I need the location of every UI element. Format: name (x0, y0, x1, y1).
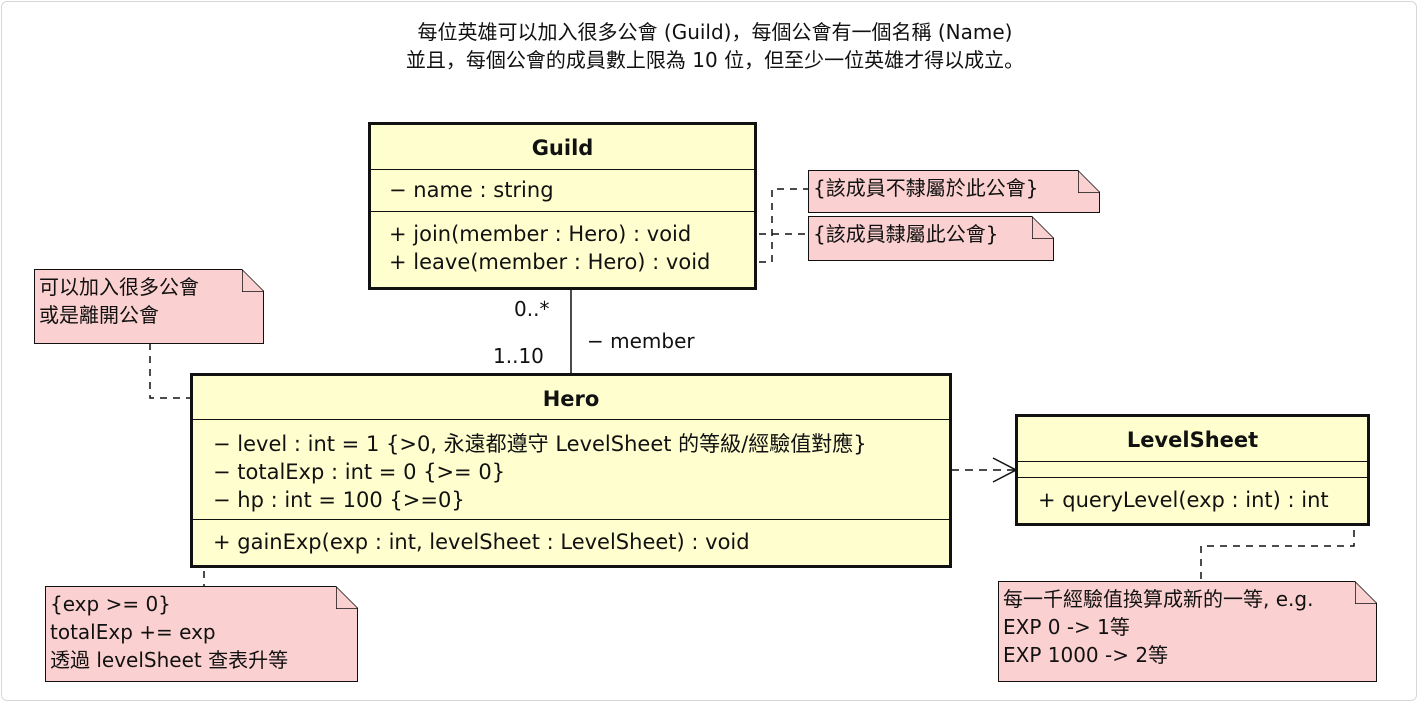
join-many-note-link (149, 343, 191, 399)
class-hero-name: Hero (542, 387, 600, 411)
levelsheet-attributes (1018, 461, 1367, 477)
hero-attributes: − level : int = 1 {>0, 永遠都遵守 LevelSheet … (193, 419, 949, 519)
note-text: {該成員隸屬此公會} (813, 222, 999, 246)
guild-operation-join: + join(member : Hero) : void (389, 222, 692, 246)
hero-operation-gainexp: + gainExp(exp : int, levelSheet : LevelS… (213, 530, 750, 554)
note-text: 每一千經驗值換算成新的一等, e.g. (1003, 587, 1314, 611)
hero-attribute-hp: − hp : int = 100 {>=0} (213, 488, 465, 512)
class-levelsheet-name: LevelSheet (1126, 428, 1259, 452)
levelsheet-operation-querylevel: + queryLevel(exp : int) : int (1038, 488, 1329, 512)
class-levelsheet[interactable]: LevelSheet + queryLevel(exp : int) : int (1015, 414, 1370, 526)
note-text: 透過 levelSheet 查表升等 (50, 648, 289, 672)
hero-attribute-totalexp: − totalExp : int = 0 {>= 0} (213, 460, 506, 484)
class-hero[interactable]: Hero − level : int = 1 {>0, 永遠都遵守 LevelS… (190, 373, 952, 568)
note-is-member[interactable]: {該成員隸屬此公會} (808, 216, 1054, 261)
guild-multiplicity: 0..* (514, 297, 550, 321)
hero-operations: + gainExp(exp : int, levelSheet : LevelS… (193, 519, 949, 556)
note-text: {exp >= 0} (50, 592, 171, 616)
association-role: − member (587, 329, 695, 353)
note-text: 可以加入很多公會 (39, 275, 199, 299)
guild-attributes: − name : string (371, 169, 754, 211)
note-text: EXP 0 -> 1等 (1003, 615, 1130, 639)
class-guild-name: Guild (531, 136, 594, 160)
note-text: 或是離開公會 (39, 303, 159, 327)
guild-attribute: − name : string (389, 178, 554, 202)
hero-multiplicity: 1..10 (493, 344, 544, 368)
note-text: EXP 1000 -> 2等 (1003, 643, 1169, 667)
note-gain-exp[interactable]: {exp >= 0} totalExp += exp 透過 levelSheet… (45, 586, 358, 682)
levelsheet-operations: + queryLevel(exp : int) : int (1018, 477, 1367, 514)
class-guild[interactable]: Guild − name : string + join(member : He… (368, 122, 757, 290)
guild-operation-leave: + leave(member : Hero) : void (389, 250, 711, 274)
guild-operations: + join(member : Hero) : void + leave(mem… (371, 211, 754, 276)
note-text: totalExp += exp (50, 620, 216, 644)
note-not-member[interactable]: {該成員不隸屬於此公會} (808, 170, 1100, 213)
note-query-level[interactable]: 每一千經驗值換算成新的一等, e.g. EXP 0 -> 1等 EXP 1000… (998, 581, 1377, 682)
note-text: {該成員不隸屬於此公會} (813, 176, 1039, 200)
note-join-many[interactable]: 可以加入很多公會 或是離開公會 (34, 269, 264, 344)
hero-attribute-level: − level : int = 1 {>0, 永遠都遵守 LevelSheet … (213, 432, 867, 456)
